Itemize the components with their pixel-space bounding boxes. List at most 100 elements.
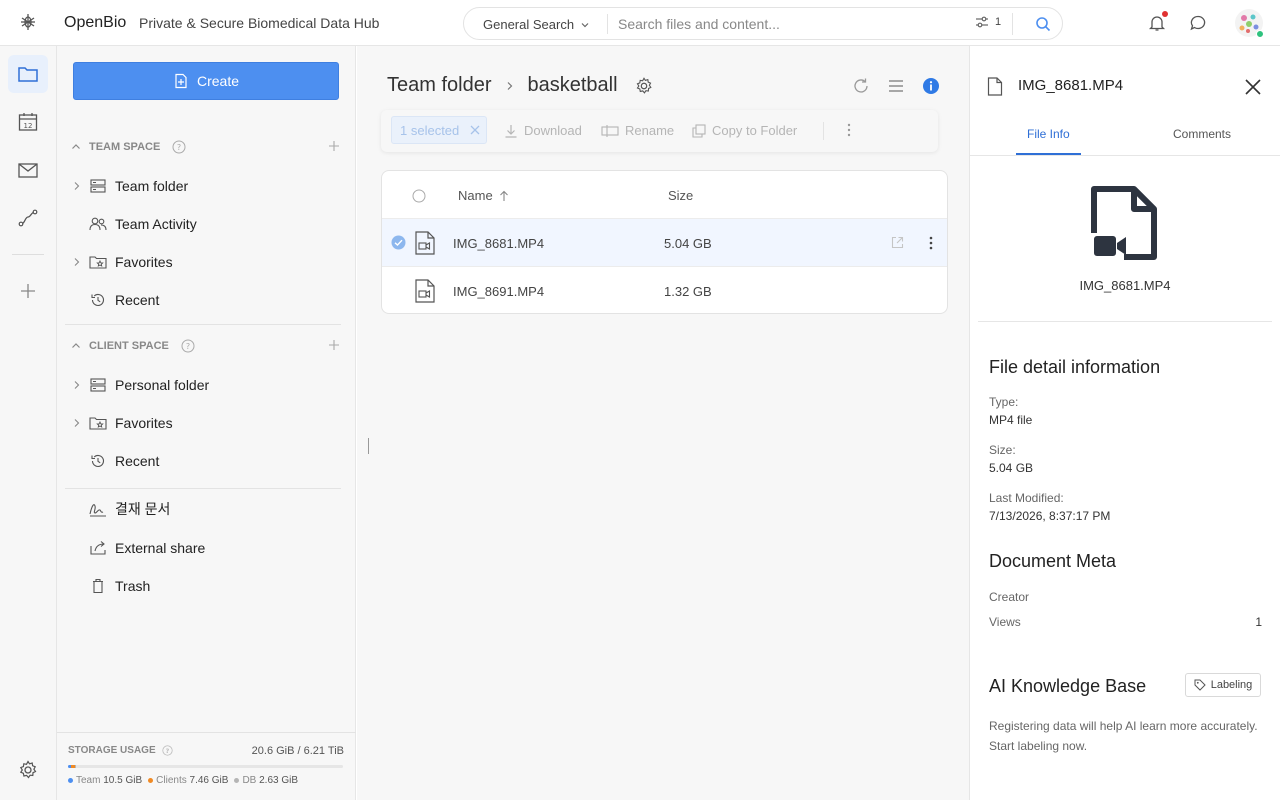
more-vertical-icon (847, 123, 851, 137)
row-checkbox-checked[interactable] (391, 235, 406, 250)
sidebar-item-team-recent[interactable]: Recent (71, 285, 341, 315)
column-size[interactable]: Size (668, 188, 693, 203)
storage-bar (68, 765, 343, 768)
client-space-header[interactable]: CLIENT SPACE ? (71, 336, 341, 356)
column-size-label: Size (668, 188, 694, 203)
selected-chip[interactable]: 1 selected (391, 116, 487, 144)
table-row[interactable]: IMG_8691.MP4 1.32 GB (382, 267, 947, 313)
create-button[interactable]: Create (73, 62, 339, 100)
folder-settings-button[interactable] (634, 76, 654, 96)
breadcrumb-team-folder[interactable]: Team folder (387, 74, 492, 97)
sidebar-item-personal-folder[interactable]: Personal folder (71, 370, 341, 400)
breadcrumb-current: basketball (527, 74, 618, 96)
refresh-icon (854, 78, 868, 93)
rail-workflow-button[interactable] (8, 199, 48, 237)
size-value: 5.04 GB (989, 461, 1034, 475)
history-icon (91, 293, 105, 306)
history-icon (91, 454, 105, 467)
sidebar-item-client-favorites[interactable]: Favorites (71, 408, 341, 438)
views-label: Views (989, 615, 1021, 629)
ai-knowledge-heading: AI Knowledge Base (989, 676, 1147, 696)
labeling-label: Labeling (1210, 679, 1253, 691)
column-name[interactable]: Name (458, 188, 509, 203)
labeling-button[interactable]: Labeling (1185, 673, 1261, 697)
list-icon (889, 80, 903, 92)
search-input[interactable] (618, 14, 968, 34)
info-icon (923, 78, 939, 94)
chevron-right-icon (74, 381, 80, 389)
logo-icon[interactable] (18, 12, 38, 32)
rename-button[interactable]: Rename (601, 123, 674, 138)
more-actions-button[interactable] (847, 123, 851, 137)
table-row[interactable]: IMG_8681.MP4 5.04 GB (382, 219, 947, 267)
sidebar-item-label: Recent (115, 292, 160, 308)
tab-comments[interactable]: Comments (1173, 127, 1231, 141)
search-button[interactable] (1024, 8, 1062, 39)
list-view-button[interactable] (887, 77, 905, 95)
add-client-item-icon[interactable] (327, 338, 341, 352)
rail-files-button[interactable] (8, 55, 48, 93)
sidebar-item-label: Favorites (115, 415, 173, 431)
details-tabs: File Info Comments (970, 114, 1280, 156)
calendar-icon: 12 (18, 113, 38, 131)
brand-name: OpenBio (64, 14, 127, 31)
copy-icon (692, 123, 706, 138)
notification-dot (1162, 11, 1168, 17)
storage-usage: STORAGE USAGE ? 20.6 GiB / 6.21 TiB Team… (57, 732, 356, 800)
refresh-button[interactable] (852, 77, 870, 95)
close-icon[interactable] (1244, 78, 1262, 96)
search-bar: General Search 1 (463, 7, 1063, 40)
tab-file-info[interactable]: File Info (1027, 127, 1070, 141)
help-icon[interactable]: ? (172, 140, 186, 154)
storage-icon (90, 378, 106, 392)
file-name: IMG_8681.MP4 (453, 236, 545, 251)
sidebar-item-label: Personal folder (115, 377, 210, 393)
sidebar-item-approval-docs[interactable]: 결재 문서 (71, 494, 341, 524)
filter-button[interactable]: 1 (975, 15, 1001, 29)
search-scope-dropdown[interactable]: General Search (483, 17, 590, 32)
download-button[interactable]: Download (504, 123, 582, 138)
open-external-icon[interactable] (891, 236, 904, 249)
selected-count: 1 selected (400, 122, 460, 138)
info-panel-button[interactable] (922, 77, 940, 95)
creator-label: Creator (989, 590, 1030, 604)
select-all-checkbox[interactable] (412, 189, 426, 203)
size-label: Size: (989, 443, 1016, 457)
sidebar-item-label: Trash (115, 578, 151, 594)
chevron-right-icon (74, 182, 80, 190)
row-more-icon[interactable] (929, 236, 933, 250)
file-detail-heading: File detail information (989, 357, 1161, 377)
close-icon[interactable] (469, 124, 481, 136)
help-icon[interactable]: ? (162, 745, 173, 756)
rail-settings-button[interactable] (8, 751, 48, 789)
modified-label: Last Modified: (989, 491, 1064, 505)
help-icon[interactable]: ? (181, 339, 195, 353)
online-status-dot (1256, 30, 1264, 38)
sidebar-item-label: Team Activity (115, 216, 197, 232)
sidebar-item-team-activity[interactable]: Team Activity (71, 209, 341, 239)
selection-toolbar: 1 selected Download Rename Copy to Folde… (381, 110, 938, 152)
storage-legend-db: DB 2.63 GiB (234, 775, 298, 786)
rail-divider (12, 254, 44, 255)
rail-mail-button[interactable] (8, 151, 48, 189)
copy-to-folder-button[interactable]: Copy to Folder (692, 123, 797, 138)
workflow-icon (18, 209, 38, 227)
sidebar-item-trash[interactable]: Trash (71, 571, 341, 601)
chevron-up-icon (72, 343, 80, 348)
chevron-right-icon (74, 258, 80, 266)
storage-legend-team: Team 10.5 GiB (68, 775, 142, 786)
messages-button[interactable] (1187, 12, 1209, 34)
notifications-button[interactable] (1146, 11, 1168, 34)
panel-resize-handle[interactable] (368, 438, 369, 454)
sidebar-item-team-favorites[interactable]: Favorites (71, 247, 341, 277)
rail-calendar-button[interactable]: 12 (8, 103, 48, 141)
sidebar-item-team-folder[interactable]: Team folder (71, 171, 341, 201)
details-title: IMG_8681.MP4 (1018, 77, 1124, 94)
add-team-item-icon[interactable] (327, 139, 341, 153)
sidebar-item-client-recent[interactable]: Recent (71, 446, 341, 476)
rename-label: Rename (625, 123, 675, 138)
rail-add-button[interactable] (8, 272, 48, 310)
video-file-icon (415, 231, 435, 255)
sidebar-item-external-share[interactable]: External share (71, 533, 341, 563)
team-space-header[interactable]: TEAM SPACE ? (71, 137, 341, 157)
